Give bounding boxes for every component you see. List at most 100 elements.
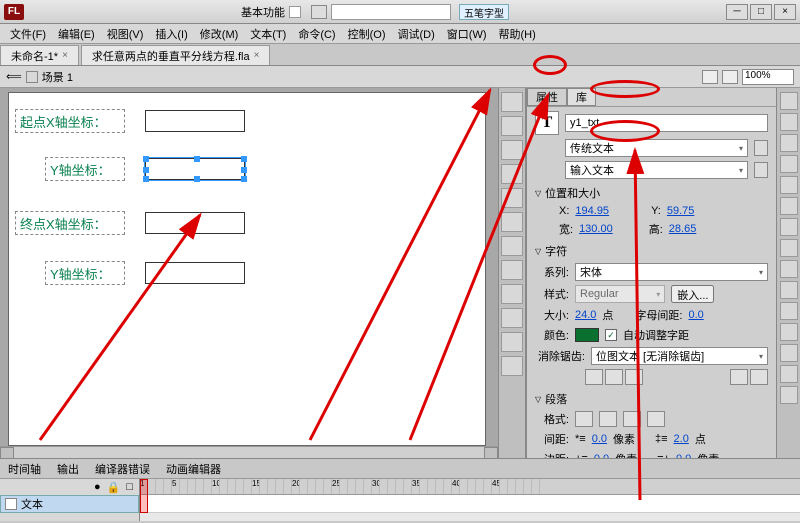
input-y2[interactable] — [145, 262, 245, 284]
input-y1-selected[interactable] — [145, 158, 245, 180]
y-value[interactable]: 59.75 — [667, 205, 695, 217]
menu-modify[interactable]: 修改(M) — [194, 26, 245, 42]
margin-right-value[interactable]: 0.0 — [676, 453, 691, 458]
text-tool[interactable] — [780, 197, 798, 215]
tab-library[interactable]: 库 — [567, 88, 596, 106]
align-left-button[interactable] — [575, 411, 593, 427]
section-char[interactable]: ▽字符 — [535, 243, 768, 259]
pen-tool[interactable] — [780, 176, 798, 194]
border-button[interactable] — [625, 369, 643, 385]
menu-view[interactable]: 视图(V) — [101, 26, 150, 42]
maximize-button[interactable]: □ — [750, 4, 772, 20]
subselection-tool[interactable] — [780, 113, 798, 131]
tool-i[interactable] — [501, 284, 523, 304]
tool-a[interactable] — [501, 92, 523, 112]
align-center-button[interactable] — [599, 411, 617, 427]
scroll-right-button[interactable] — [484, 447, 498, 458]
input-end-x[interactable] — [145, 212, 245, 234]
color-swatch[interactable] — [575, 328, 599, 342]
tab-properties[interactable]: 属性 — [527, 88, 567, 106]
input-start-x[interactable] — [145, 110, 245, 132]
edit-scene-icon[interactable] — [702, 70, 718, 84]
brush-tool[interactable] — [780, 281, 798, 299]
outline-icon[interactable]: □ — [126, 481, 133, 493]
align-right-button[interactable] — [623, 411, 641, 427]
tab-errors[interactable]: 编译器错误 — [87, 461, 158, 477]
edit-symbol-icon[interactable] — [722, 70, 738, 84]
tab-timeline[interactable]: 时间轴 — [0, 461, 49, 477]
tool-l[interactable] — [501, 356, 523, 376]
zoom-combo[interactable]: 100% — [742, 69, 794, 85]
h-value[interactable]: 28.65 — [669, 223, 697, 235]
tool-b[interactable] — [501, 116, 523, 136]
tool-e[interactable] — [501, 188, 523, 208]
menu-commands[interactable]: 命令(C) — [292, 26, 341, 42]
text-type-combo[interactable]: 输入文本 — [565, 161, 748, 179]
text-dir-button[interactable] — [754, 162, 768, 178]
selection-tool[interactable] — [780, 92, 798, 110]
menu-text[interactable]: 文本(T) — [244, 26, 292, 42]
selectable-button[interactable] — [585, 369, 603, 385]
superscript-button[interactable] — [730, 369, 748, 385]
minimize-button[interactable]: ─ — [726, 4, 748, 20]
text-engine-flyout[interactable] — [754, 140, 768, 156]
eraser-tool[interactable] — [780, 386, 798, 404]
stage-area[interactable]: 起点X轴坐标： Y轴坐标： 终点X轴坐标： — [0, 88, 498, 458]
layer-row[interactable]: 文本 — [0, 495, 139, 513]
doc-tab-1[interactable]: 未命名-1*× — [0, 45, 79, 65]
workspace-dropdown[interactable] — [289, 6, 301, 18]
scroll-left-button[interactable] — [0, 447, 14, 458]
doc-tab-2[interactable]: 求任意两点的垂直平分线方程.fla× — [81, 45, 271, 65]
spacing-value[interactable]: 0.0 — [688, 309, 703, 321]
eyedropper-tool[interactable] — [780, 365, 798, 383]
margin-left-value[interactable]: 0.0 — [594, 453, 609, 458]
tool-j[interactable] — [501, 308, 523, 328]
menu-insert[interactable]: 插入(I) — [149, 26, 193, 42]
antialias-combo[interactable]: 位图文本 [无消除锯齿] — [591, 347, 768, 365]
tab-motion[interactable]: 动画编辑器 — [158, 461, 229, 477]
menu-edit[interactable]: 编辑(E) — [52, 26, 101, 42]
timeline-frames[interactable]: 151015202530354045 — [140, 479, 800, 521]
stage[interactable]: 起点X轴坐标： Y轴坐标： 终点X轴坐标： — [8, 92, 486, 446]
bucket-tool[interactable] — [780, 344, 798, 362]
transform-tool[interactable] — [780, 134, 798, 152]
text-engine-combo[interactable]: 传统文本 — [565, 139, 748, 157]
lasso-tool[interactable] — [780, 155, 798, 173]
tool-h[interactable] — [501, 260, 523, 280]
menu-help[interactable]: 帮助(H) — [493, 26, 542, 42]
pencil-tool[interactable] — [780, 260, 798, 278]
html-button[interactable] — [605, 369, 623, 385]
stage-scrollbar-h[interactable] — [0, 446, 498, 458]
tool-c[interactable] — [501, 140, 523, 160]
playhead[interactable] — [140, 479, 148, 513]
menu-window[interactable]: 窗口(W) — [441, 26, 493, 42]
font-family-combo[interactable]: 宋体 — [575, 263, 768, 281]
x-value[interactable]: 194.95 — [575, 205, 609, 217]
line-tool[interactable] — [780, 218, 798, 236]
menu-debug[interactable]: 调试(D) — [392, 26, 441, 42]
deco-tool[interactable] — [780, 302, 798, 320]
rect-tool[interactable] — [780, 239, 798, 257]
search-input[interactable] — [331, 4, 451, 20]
tool-g[interactable] — [501, 236, 523, 256]
subscript-button[interactable] — [750, 369, 768, 385]
close-icon[interactable]: × — [254, 50, 260, 61]
instance-name-input[interactable] — [565, 114, 768, 132]
align-justify-button[interactable] — [647, 411, 665, 427]
indent-value[interactable]: 0.0 — [592, 433, 607, 445]
eye-icon[interactable]: ● — [94, 481, 101, 493]
section-para[interactable]: ▽段落 — [535, 391, 768, 407]
size-value[interactable]: 24.0 — [575, 309, 596, 321]
menu-control[interactable]: 控制(O) — [342, 26, 392, 42]
tool-d[interactable] — [501, 164, 523, 184]
lock-icon[interactable]: 🔒 — [107, 481, 121, 494]
bone-tool[interactable] — [780, 323, 798, 341]
w-value[interactable]: 130.00 — [579, 223, 613, 235]
lineheight-value[interactable]: 2.0 — [674, 433, 689, 445]
section-position[interactable]: ▽位置和大小 — [535, 185, 768, 201]
autokern-checkbox[interactable]: ✓ — [605, 329, 617, 341]
tool-f[interactable] — [501, 212, 523, 232]
close-icon[interactable]: × — [62, 50, 68, 61]
menu-file[interactable]: 文件(F) — [4, 26, 52, 42]
scene-back-button[interactable]: ⟸ — [6, 70, 22, 83]
